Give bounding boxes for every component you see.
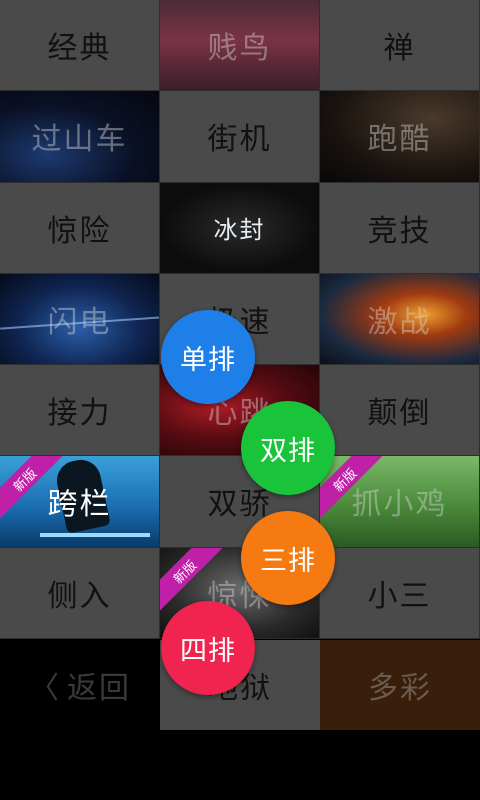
mode-tile-lightning[interactable]: 闪电 (0, 273, 160, 365)
mode-label: 禅 (383, 31, 416, 67)
mode-tile-relay[interactable]: 接力 (0, 365, 160, 457)
mode-label: 闪电 (47, 304, 112, 340)
mode-label: 接力 (47, 396, 112, 432)
single-row-button[interactable]: 单排 (161, 310, 255, 404)
hurdle-bar-icon (40, 532, 150, 537)
mode-label: 经典 (47, 31, 112, 67)
mode-tile-competition[interactable]: 竞技 (320, 182, 480, 274)
mode-tile-thrill[interactable]: 惊险 (0, 182, 160, 274)
mode-label: 过山车 (31, 122, 128, 158)
back-button[interactable]: 〈 返回 (0, 640, 160, 730)
mode-label: 侧入 (47, 578, 112, 614)
double-row-button[interactable]: 双排 (241, 401, 335, 495)
mode-label: 街机 (207, 122, 272, 158)
mode-tile-classic[interactable]: 经典 (0, 0, 160, 92)
back-label: 返回 (67, 671, 131, 706)
chevron-left-icon: 〈 (29, 671, 61, 706)
triple-row-button[interactable]: 三排 (241, 511, 335, 605)
mode-tile-cheap-bird[interactable]: 贱鸟 (160, 0, 320, 92)
mode-tile-frozen[interactable]: 冰封 (160, 182, 320, 274)
mode-tile-colorful[interactable]: 多彩 (320, 640, 480, 730)
mode-label: 小三 (367, 578, 432, 614)
mode-tile-parkour[interactable]: 跑酷 (320, 91, 480, 183)
mode-label: 颠倒 (367, 396, 432, 432)
mode-tile-zen[interactable]: 禅 (320, 0, 480, 92)
mode-tile-coaster[interactable]: 过山车 (0, 91, 160, 183)
mode-tile-mistress[interactable]: 小三 (320, 547, 480, 639)
mode-label: 多彩 (368, 671, 432, 706)
quad-row-button[interactable]: 四排 (161, 601, 255, 695)
mode-label: 跑酷 (367, 122, 432, 158)
mode-tile-hurdle[interactable]: 新版 跨栏 (0, 456, 160, 548)
mode-tile-reverse[interactable]: 颠倒 (320, 365, 480, 457)
mode-tile-catch-chick[interactable]: 新版 抓小鸡 (320, 456, 480, 548)
mode-label: 激战 (367, 304, 432, 340)
mode-label: 贱鸟 (207, 31, 272, 67)
mode-label: 抓小鸡 (351, 487, 448, 523)
mode-label: 冰封 (213, 216, 266, 245)
mode-tile-arcade[interactable]: 街机 (160, 91, 320, 183)
mode-label: 跨栏 (47, 487, 112, 523)
mode-label: 惊险 (47, 213, 112, 249)
mode-tile-battle[interactable]: 激战 (320, 273, 480, 365)
mode-tile-side-entry[interactable]: 侧入 (0, 547, 160, 639)
mode-label: 竞技 (367, 213, 432, 249)
